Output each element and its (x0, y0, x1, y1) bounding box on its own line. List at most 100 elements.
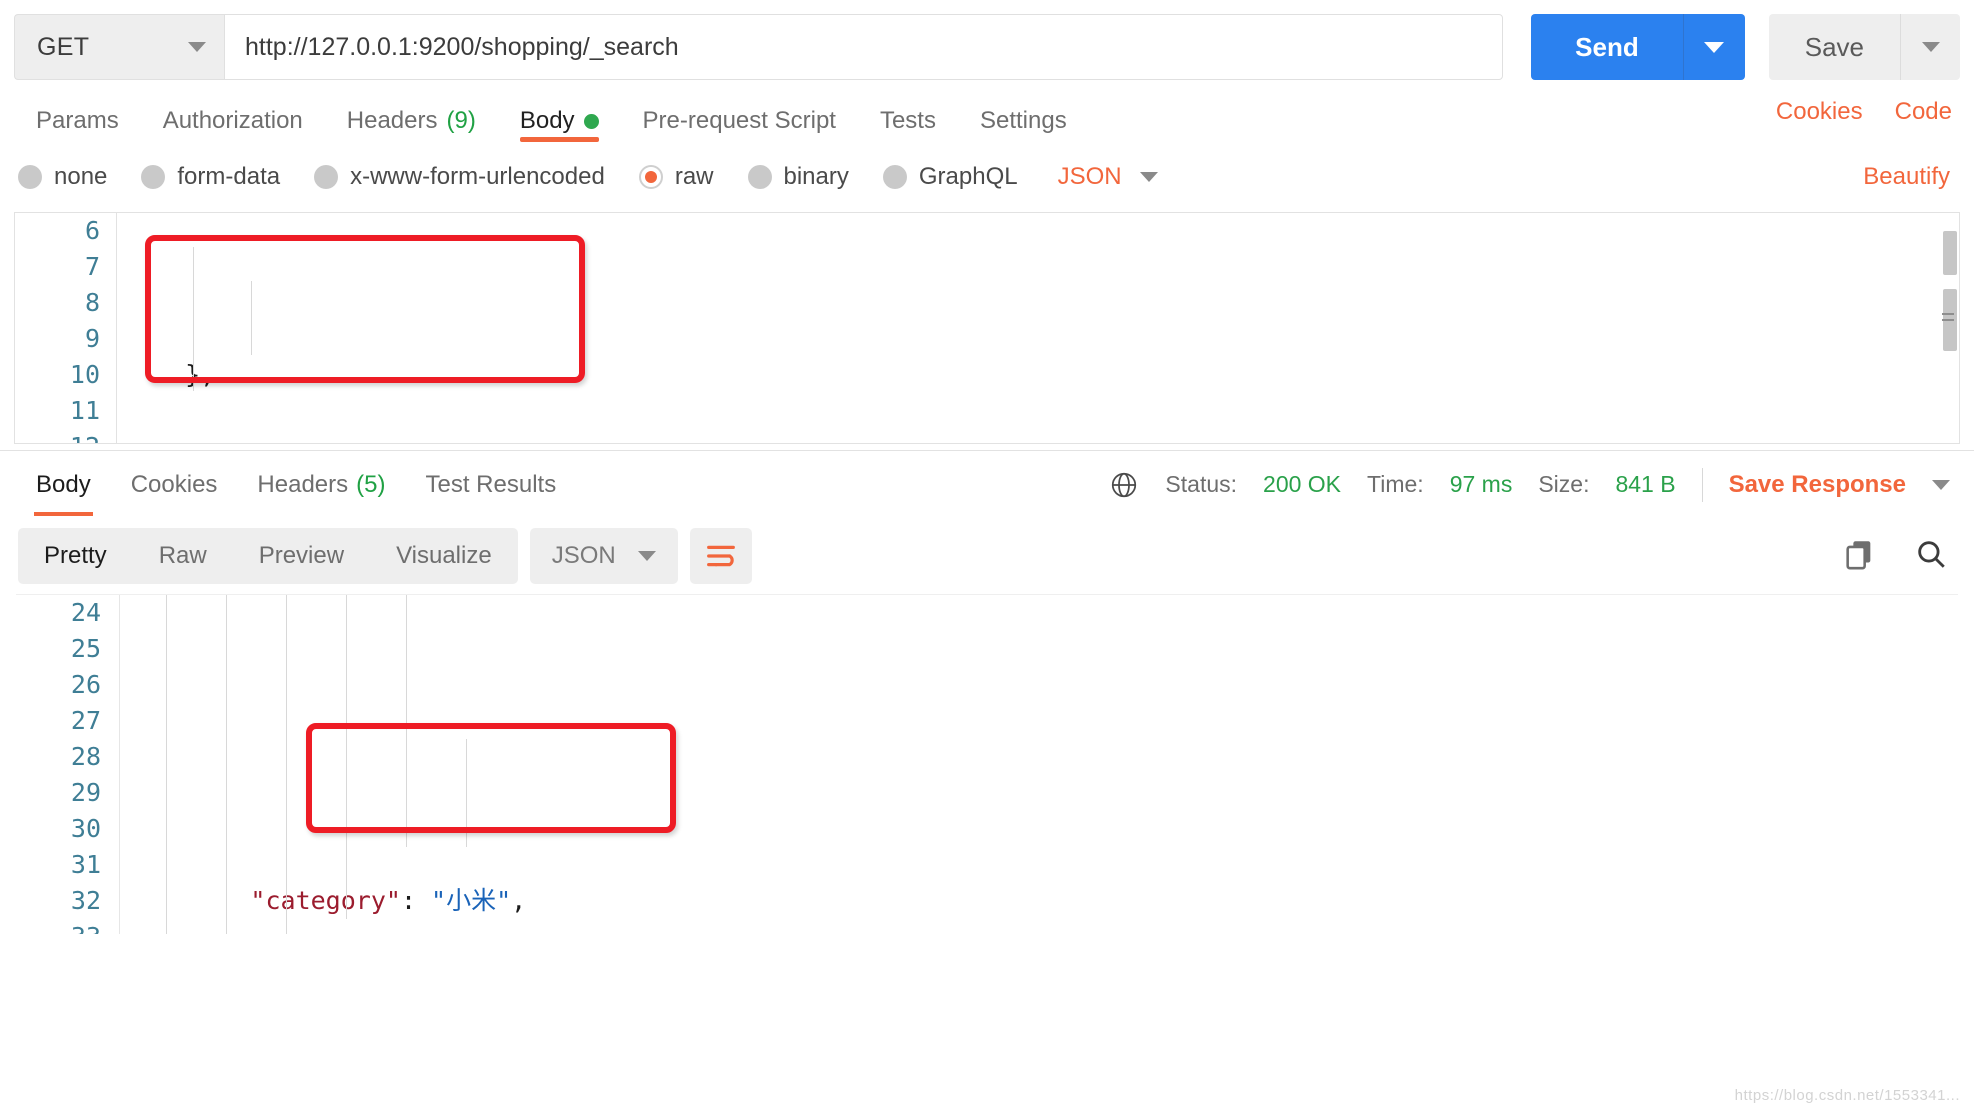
tab-label: Headers (346, 107, 438, 134)
radio-label: x-www-form-urlencoded (350, 163, 605, 190)
tab-settings[interactable]: Settings (958, 92, 1089, 144)
tab-label: Body (519, 107, 575, 134)
view-mode-pretty[interactable]: Pretty (18, 528, 133, 584)
view-mode-visualize[interactable]: Visualize (370, 528, 518, 584)
divider (1701, 467, 1703, 502)
response-body-viewer[interactable]: 24 25 26 27 28 29 30 31 32 33 34 "catego… (16, 594, 1958, 934)
line-number: 10 (69, 360, 100, 389)
request-tab-bar: Params Authorization Headers (9) Body Pr… (0, 92, 1974, 148)
response-toolbar-actions (1842, 537, 1948, 576)
radio-icon (314, 165, 339, 189)
globe-icon (1109, 470, 1139, 500)
line-number: 31 (70, 850, 101, 879)
response-format-label: JSON (551, 542, 616, 569)
save-options-button[interactable] (1900, 14, 1960, 80)
active-tab-underline (34, 511, 93, 516)
line-number: 26 (70, 670, 101, 699)
chevron-down-icon (1921, 42, 1940, 52)
body-type-graphql[interactable]: GraphQL (882, 163, 1018, 191)
line-number: 9 (84, 324, 100, 353)
response-tab-test-results[interactable]: Test Results (405, 454, 576, 516)
request-body-editor[interactable]: 6 7 8 9 10 11 12 }, "highlight": { "fiel… (14, 212, 1960, 444)
tab-label: Test Results (425, 470, 557, 498)
body-type-form-data[interactable]: form-data (141, 163, 280, 191)
chevron-down-icon[interactable] (1932, 479, 1950, 490)
code-line: "category": "小米", (250, 886, 527, 915)
tab-label: Pre-request Script (642, 107, 836, 134)
radio-label: binary (783, 163, 849, 190)
active-tab-underline (519, 137, 599, 142)
tab-pre-request-script[interactable]: Pre-request Script (621, 92, 858, 144)
radio-icon (141, 165, 166, 189)
line-number: 32 (70, 886, 101, 915)
chevron-down-icon (1139, 172, 1158, 182)
request-url-bar: GET http://127.0.0.1:9200/shopping/_sear… (0, 0, 1974, 92)
save-button[interactable]: Save (1768, 14, 1900, 80)
response-format-selector[interactable]: JSON (529, 528, 678, 584)
time-label: Time: (1367, 471, 1424, 497)
response-tab-headers[interactable]: Headers (5) (237, 454, 405, 516)
wrap-lines-button[interactable] (689, 528, 752, 584)
chevron-down-icon (637, 551, 656, 561)
tab-label: Authorization (162, 107, 303, 134)
tab-label: Params (36, 107, 119, 134)
request-line-number-gutter: 6 7 8 9 10 11 12 (15, 213, 117, 443)
beautify-button[interactable]: Beautify (1863, 163, 1950, 191)
body-format-label: JSON (1057, 163, 1122, 190)
line-number: 28 (70, 742, 101, 771)
line-number: 8 (84, 288, 100, 317)
tab-params[interactable]: Params (14, 92, 141, 144)
body-present-dot-icon (583, 113, 599, 129)
radio-label: GraphQL (918, 163, 1018, 190)
response-tab-cookies[interactable]: Cookies (111, 454, 238, 516)
view-mode-preview[interactable]: Preview (233, 528, 370, 584)
body-type-raw[interactable]: raw (638, 163, 714, 191)
radio-icon (18, 165, 42, 189)
line-number: 25 (70, 634, 101, 663)
send-button[interactable]: Send (1531, 14, 1683, 80)
line-number: 30 (70, 814, 101, 843)
search-icon[interactable] (1914, 537, 1948, 576)
body-format-selector[interactable]: JSON (1058, 163, 1158, 191)
response-view-toolbar: Pretty Raw Preview Visualize JSON (0, 518, 1974, 594)
save-button-group: Save (1768, 14, 1960, 80)
url-input[interactable]: http://127.0.0.1:9200/shopping/_search (224, 14, 1504, 80)
body-type-none[interactable]: none (18, 163, 107, 191)
size-label: Size: (1538, 471, 1590, 497)
chevron-down-icon (188, 42, 206, 52)
response-meta-bar: Status: 200 OK Time: 97 ms Size: 841 B S… (1109, 467, 1950, 502)
view-mode-raw[interactable]: Raw (133, 528, 233, 584)
response-tab-body[interactable]: Body (16, 454, 111, 516)
tab-body[interactable]: Body (498, 92, 621, 144)
request-editor-scrollbar[interactable] (1942, 217, 1957, 437)
tab-label: Body (36, 470, 91, 498)
response-view-mode-group: Pretty Raw Preview Visualize (18, 528, 518, 584)
time-value: 97 ms (1449, 471, 1513, 497)
line-number: 29 (70, 778, 101, 807)
response-line-number-gutter: 24 25 26 27 28 29 30 31 32 33 34 (16, 595, 120, 934)
tab-label: Settings (979, 107, 1067, 134)
save-response-button[interactable]: Save Response (1729, 471, 1906, 499)
line-number: 27 (70, 706, 101, 735)
line-number: 33 (16, 919, 119, 934)
watermark-text: https://blog.csdn.net/1553341... (1734, 1087, 1960, 1104)
send-options-button[interactable] (1682, 14, 1745, 80)
line-number: 11 (69, 396, 100, 425)
response-code-content[interactable]: "category": "小米", "images": "http://www.… (120, 595, 1958, 934)
tab-label: Headers (257, 470, 349, 498)
radio-label: form-data (177, 163, 281, 190)
http-method-selector[interactable]: GET (14, 14, 224, 80)
tab-tests[interactable]: Tests (858, 92, 958, 144)
tab-headers[interactable]: Headers (9) (325, 92, 498, 144)
body-type-urlencoded[interactable]: x-www-form-urlencoded (314, 163, 605, 191)
line-number: 7 (84, 252, 100, 281)
copy-icon[interactable] (1842, 537, 1876, 576)
body-type-binary[interactable]: binary (747, 163, 849, 191)
radio-icon (747, 165, 772, 189)
tab-authorization[interactable]: Authorization (141, 92, 325, 144)
cookies-link[interactable]: Cookies (1776, 98, 1863, 126)
request-code-content[interactable]: }, "highlight": { "fields": { "category"… (117, 213, 1959, 443)
code-link[interactable]: Code (1895, 98, 1952, 126)
line-number: 24 (70, 598, 101, 627)
status-value: 200 OK (1263, 471, 1342, 497)
